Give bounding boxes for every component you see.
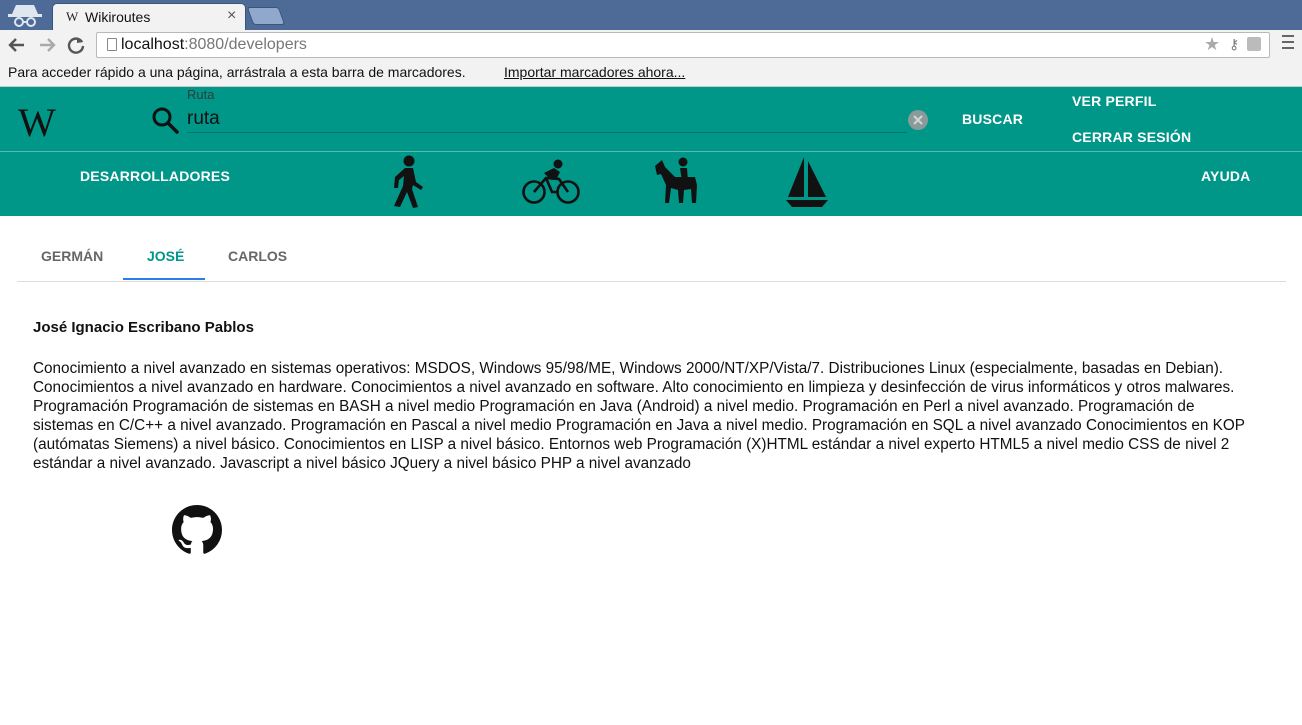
walking-icon[interactable] — [388, 155, 428, 209]
github-icon[interactable] — [172, 505, 222, 555]
url-host: localhost — [121, 36, 185, 53]
extension-icon[interactable] — [1247, 37, 1261, 51]
tab-title: Wikiroutes — [85, 9, 151, 25]
key-icon[interactable]: ⚷ — [1229, 36, 1239, 53]
address-bar[interactable]: localhost:8080/developers ★ ⚷ — [96, 32, 1270, 58]
search-label: Ruta — [187, 87, 215, 102]
reload-button[interactable] — [65, 34, 87, 56]
help-link[interactable]: AYUDA — [1201, 168, 1251, 184]
browser-tabstrip: W Wikiroutes × — [0, 0, 1302, 30]
header-divider — [0, 151, 1302, 152]
browser-toolbar: localhost:8080/developers ★ ⚷ — [0, 30, 1302, 60]
active-tab-indicator — [123, 278, 205, 280]
route-search-input[interactable] — [187, 105, 907, 133]
back-button[interactable] — [6, 34, 28, 56]
developers-link[interactable]: DESARROLLADORES — [80, 168, 230, 184]
wikipedia-favicon-icon: W — [66, 9, 79, 24]
tab-carlos[interactable]: CARLOS — [228, 248, 287, 264]
url-text: localhost:8080/developers — [121, 36, 307, 54]
forward-button[interactable] — [36, 34, 58, 56]
developer-tabs: GERMÁN JOSÉ CARLOS — [17, 235, 1286, 282]
bookmarks-hint: Para acceder rápido a una página, arrást… — [8, 64, 466, 80]
arrow-left-icon — [8, 38, 24, 52]
search-button[interactable]: BUSCAR — [962, 111, 1023, 127]
horse-riding-icon[interactable] — [653, 157, 699, 205]
page-icon — [107, 38, 117, 51]
bookmark-star-icon[interactable]: ★ — [1204, 34, 1220, 55]
wikipedia-logo[interactable]: W — [18, 99, 56, 146]
import-bookmarks-link[interactable]: Importar marcadores ahora... — [504, 64, 685, 80]
reload-icon — [67, 37, 85, 54]
developer-description: Conocimiento a nivel avanzado en sistema… — [33, 360, 1245, 472]
new-tab-button[interactable] — [246, 7, 286, 25]
logout-button[interactable]: CERRAR SESIÓN — [1072, 129, 1191, 145]
search-icon — [152, 107, 179, 134]
browser-menu-icon[interactable] — [1282, 35, 1294, 49]
bookmarks-bar: Para acceder rápido a una página, arrást… — [0, 60, 1302, 87]
view-profile-button[interactable]: VER PERFIL — [1072, 93, 1156, 109]
browser-tab[interactable]: W Wikiroutes × — [52, 3, 246, 30]
clear-search-icon[interactable] — [907, 109, 929, 131]
sailing-icon[interactable] — [784, 155, 830, 209]
arrow-right-icon — [40, 38, 56, 52]
tab-german[interactable]: GERMÁN — [41, 248, 103, 264]
close-tab-icon[interactable]: × — [227, 6, 236, 26]
cycling-icon[interactable] — [522, 158, 580, 206]
app-header: W Ruta BUSCAR VER PERFIL CERRAR SESIÓN D… — [0, 87, 1302, 216]
tab-jose[interactable]: JOSÉ — [147, 248, 184, 264]
incognito-icon — [8, 5, 42, 27]
url-path: :8080/developers — [184, 36, 307, 53]
developer-name: José Ignacio Escribano Pablos — [33, 319, 254, 336]
